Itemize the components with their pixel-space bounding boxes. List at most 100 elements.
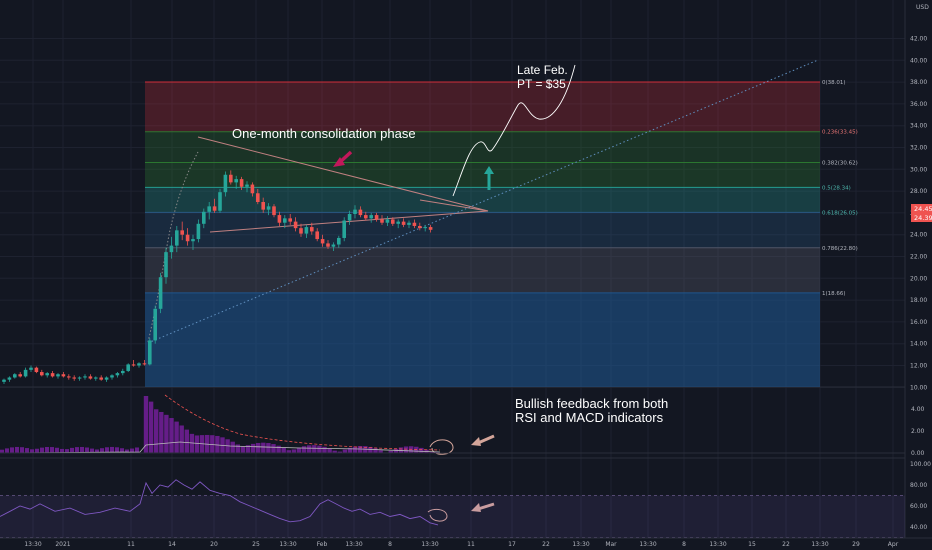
candle-body[interactable] [429,227,433,230]
candle-body[interactable] [35,368,39,372]
candle-body[interactable] [72,377,76,378]
price-tick-label: 22.00 [910,254,927,261]
candle-body[interactable] [8,377,12,379]
candle-body[interactable] [202,212,206,224]
candle-body[interactable] [153,309,157,341]
candle-body[interactable] [56,374,60,376]
candle-body[interactable] [332,245,336,247]
candle-body[interactable] [353,210,357,214]
candle-body[interactable] [348,214,352,221]
candle-body[interactable] [78,377,82,378]
candle-body[interactable] [240,179,244,187]
macd-histogram-bar [404,446,408,453]
candle-body[interactable] [29,368,33,370]
candle-body[interactable] [267,206,271,209]
price-tick-label: 16.00 [910,319,927,326]
candle-body[interactable] [321,239,325,243]
candle-body[interactable] [45,373,49,375]
candle-body[interactable] [213,206,217,210]
candle-body[interactable] [402,222,406,225]
candle-body[interactable] [342,221,346,238]
candle-body[interactable] [310,227,314,231]
candle-body[interactable] [305,227,309,234]
candle-body[interactable] [191,239,195,241]
candle-body[interactable] [110,375,114,377]
candle-body[interactable] [278,215,282,223]
candle-body[interactable] [105,377,109,379]
candle-body[interactable] [375,215,379,219]
candle-body[interactable] [369,215,373,218]
macd-histogram-bar [317,446,321,453]
candle-body[interactable] [294,222,298,229]
candle-body[interactable] [299,228,303,233]
rsi-tick-label: 80.00 [910,482,927,489]
candle-body[interactable] [326,243,330,246]
macd-histogram-bar [231,442,235,453]
candle-body[interactable] [94,377,98,378]
candle-body[interactable] [137,363,141,365]
price-axis[interactable]: 42.00 40.00 38.00 36.00 34.00 32.00 30.00 28.00… [910,36,931,532]
time-tick-label: 20 [210,541,218,548]
candle-body[interactable] [164,252,168,277]
candle-body[interactable] [251,185,255,194]
time-tick-label: 13:30 [709,541,726,548]
candle-body[interactable] [116,373,120,375]
candle-body[interactable] [396,222,400,224]
candle-body[interactable] [159,277,163,309]
fib-level-label: 1(18.66) [822,291,846,297]
candle-body[interactable] [51,373,55,376]
candle-body[interactable] [272,206,276,215]
candle-body[interactable] [245,185,249,187]
macd-histogram-bar [327,449,331,453]
candle-body[interactable] [24,370,28,377]
candle-body[interactable] [380,219,384,222]
candle-body[interactable] [224,175,228,192]
candle-body[interactable] [40,372,44,375]
candle-body[interactable] [337,238,341,245]
candle-body[interactable] [143,363,147,364]
candle-body[interactable] [67,376,71,377]
macd-histogram-bar [276,446,280,453]
candle-body[interactable] [175,230,179,245]
candle-body[interactable] [256,193,260,202]
candle-body[interactable] [180,230,184,234]
macd-tick-label: 2.00 [911,428,925,435]
candle-body[interactable] [386,219,390,222]
candle-body[interactable] [229,175,233,183]
candle-body[interactable] [218,192,222,211]
candle-body[interactable] [407,223,411,225]
candle-body[interactable] [197,224,201,239]
macd-histogram-bar [256,443,260,453]
candle-body[interactable] [121,371,125,373]
candle-body[interactable] [391,219,395,223]
stock-chart[interactable]: 0(38.01) 0.236(33.45) 0.382(30.62) 0.5(28.3… [0,0,932,550]
candle-body[interactable] [207,206,211,211]
time-tick-label: 15 [748,541,756,548]
candle-body[interactable] [359,210,363,215]
candle-body[interactable] [186,235,190,242]
candle-body[interactable] [99,377,103,379]
candle-body[interactable] [364,215,368,218]
candle-body[interactable] [62,374,66,376]
candle-body[interactable] [423,227,427,228]
candle-body[interactable] [2,380,6,382]
candle-body[interactable] [413,223,417,226]
candle-body[interactable] [126,364,130,371]
candle-body[interactable] [418,226,422,228]
time-tick-label: 22 [782,541,790,548]
candle-body[interactable] [283,218,287,222]
candle-body[interactable] [89,376,93,378]
candle-body[interactable] [170,246,174,253]
macd-histogram-bar [149,402,153,453]
candle-body[interactable] [18,374,22,376]
rsi-band [0,496,905,538]
candle-body[interactable] [13,374,17,377]
candle-body[interactable] [315,231,319,239]
candle-body[interactable] [132,364,136,365]
candle-body[interactable] [261,202,265,210]
candle-body[interactable] [83,376,87,377]
candle-body[interactable] [234,179,238,182]
candle-body[interactable] [288,218,292,221]
price-tick-label: 30.00 [910,166,927,173]
candle-body[interactable] [148,340,152,364]
